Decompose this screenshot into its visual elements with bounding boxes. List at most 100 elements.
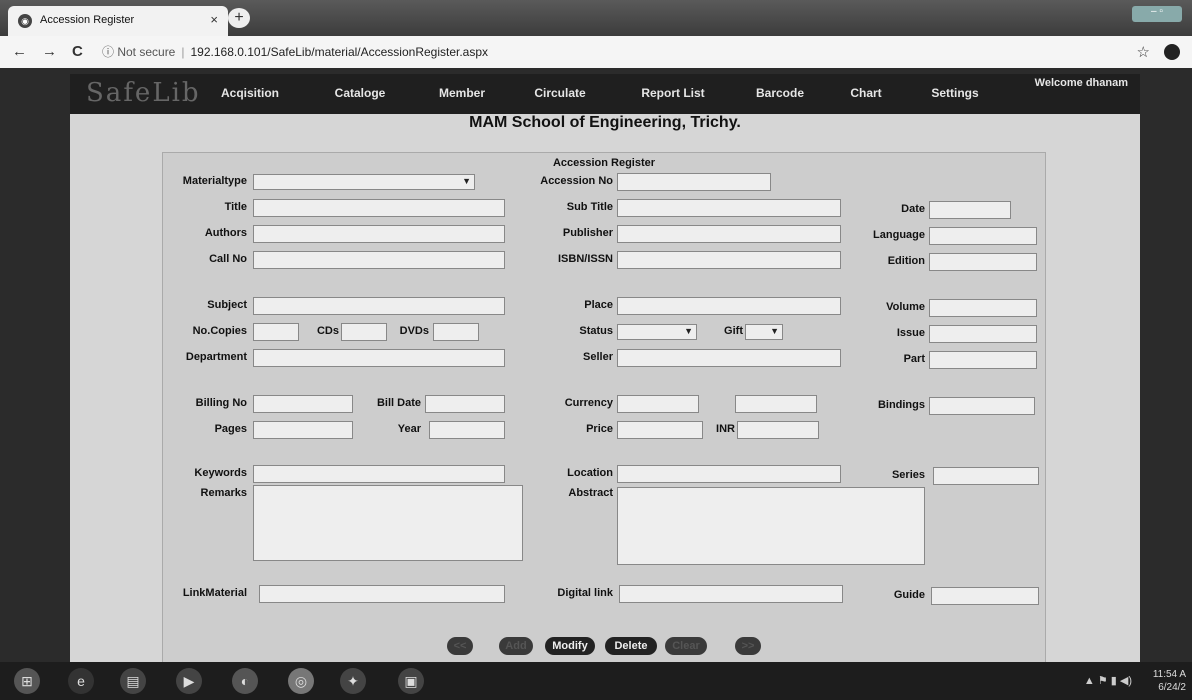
cds-field[interactable] [341,323,387,341]
menu-member[interactable]: Member [422,81,502,105]
media-player-icon[interactable]: ▶ [176,668,202,694]
dvds-field[interactable] [433,323,479,341]
location-field[interactable] [617,465,841,483]
no-copies-field[interactable] [253,323,299,341]
language-field[interactable] [929,227,1037,245]
part-field[interactable] [929,351,1037,369]
materialtype-select[interactable]: ▼ [253,174,475,190]
issue-field[interactable] [929,325,1037,343]
globe-icon[interactable]: ◐ [232,668,258,694]
volume-label: Volume [886,301,925,313]
guide-field[interactable] [931,587,1039,605]
remarks-textarea[interactable] [253,485,523,561]
bindings-label: Bindings [877,399,925,411]
abstract-textarea[interactable] [617,487,925,565]
status-select[interactable]: ▼ [617,324,697,340]
delete-button[interactable]: Delete [605,637,657,655]
reload-button[interactable]: C [72,43,83,60]
modify-button[interactable]: Modify [545,637,595,655]
billing-no-field[interactable] [253,395,353,413]
form-title: Accession Register [552,157,656,169]
menu-catalogue[interactable]: Cataloge [320,81,400,105]
year-field[interactable] [429,421,505,439]
security-indicator[interactable]: ⓘ Not secure [102,45,175,59]
url-text: 192.168.0.101/SafeLib/material/Accession… [190,45,489,59]
digital-link-field[interactable] [619,585,843,603]
publisher-label: Publisher [562,227,613,239]
volume-field[interactable] [929,299,1037,317]
place-field[interactable] [617,297,841,315]
browser-tab-strip: ◉ Accession Register × + – ▫ [0,0,1192,36]
isbn-field[interactable] [617,251,841,269]
chrome-icon[interactable]: ◎ [288,668,314,694]
subject-field[interactable] [253,297,505,315]
isbn-label: ISBN/ISSN [557,253,613,265]
pages-label: Pages [214,423,247,435]
close-tab-icon[interactable]: × [210,12,218,27]
system-tray-icon[interactable]: ▲ ⚑ ▮ ◀) [1084,674,1132,687]
call-no-field[interactable] [253,251,505,269]
add-button[interactable]: Add [499,637,533,655]
menu-settings[interactable]: Settings [915,81,995,105]
welcome-text: Welcome dhanam [1034,77,1128,89]
dvds-label: DVDs [399,325,429,337]
series-field[interactable] [933,467,1039,485]
gift-select[interactable]: ▼ [745,324,783,340]
last-record-button[interactable]: >> [735,637,761,655]
sub-title-label: Sub Title [566,201,613,213]
ie-icon[interactable]: e [68,668,94,694]
folder-icon[interactable]: ▤ [120,668,146,694]
system-clock[interactable]: 11:54 A 6/24/2 [1153,668,1186,694]
language-label: Language [873,229,925,241]
clock-time: 11:54 A [1152,669,1186,680]
edition-field[interactable] [929,253,1037,271]
menu-barcode[interactable]: Barcode [740,81,820,105]
title-field[interactable] [253,199,505,217]
bookmark-star-icon[interactable]: ☆ [1137,43,1150,61]
pages-field[interactable] [253,421,353,439]
guide-label: Guide [893,589,925,601]
new-tab-button[interactable]: + [228,8,250,28]
first-record-button[interactable]: << [447,637,473,655]
menu-chart[interactable]: Chart [836,81,896,105]
gift-label: Gift [724,325,743,337]
menu-report-list[interactable]: Report List [628,81,718,105]
browser-tab[interactable]: ◉ Accession Register × [8,6,228,36]
link-material-field[interactable] [259,585,505,603]
window-controls[interactable]: – ▫ [1132,6,1182,22]
currency-label: Currency [564,397,613,409]
app-icon[interactable]: ✦ [340,668,366,694]
link-material-label: LinkMaterial [182,587,247,599]
department-label: Department [185,351,247,363]
currency-rate-field[interactable] [735,395,817,413]
sub-title-field[interactable] [617,199,841,217]
clear-button[interactable]: Clear [665,637,707,655]
seller-field[interactable] [617,349,841,367]
price-field[interactable] [617,421,703,439]
department-field[interactable] [253,349,505,367]
bill-date-field[interactable] [425,395,505,413]
start-button-icon[interactable]: ⊞ [14,668,40,694]
keywords-field[interactable] [253,465,505,483]
back-button[interactable]: ← [12,43,27,60]
location-label: Location [567,467,613,479]
menu-acquisition[interactable]: Acqisition [210,81,290,105]
seller-label: Seller [583,351,613,363]
accession-form: Accession Register Materialtype ▼ Access… [162,152,1046,664]
billing-no-label: Billing No [195,397,247,409]
bindings-field[interactable] [929,397,1035,415]
profile-icon[interactable] [1164,44,1180,60]
date-field[interactable] [929,201,1011,219]
publisher-field[interactable] [617,225,841,243]
currency-field[interactable] [617,395,699,413]
no-copies-label: No.Copies [192,325,247,337]
url-field[interactable]: ⓘ Not secure | 192.168.0.101/SafeLib/mater… [102,41,1112,63]
clock-date: 6/24/2 [1158,682,1186,693]
menu-circulate[interactable]: Circulate [520,81,600,105]
authors-field[interactable] [253,225,505,243]
window-icon[interactable]: ▣ [398,668,424,694]
main-content: MAM School of Engineering, Trichy. Acces… [70,114,1140,664]
inr-field[interactable] [737,421,819,439]
forward-button[interactable]: → [42,43,57,60]
accession-no-field[interactable] [617,173,771,191]
